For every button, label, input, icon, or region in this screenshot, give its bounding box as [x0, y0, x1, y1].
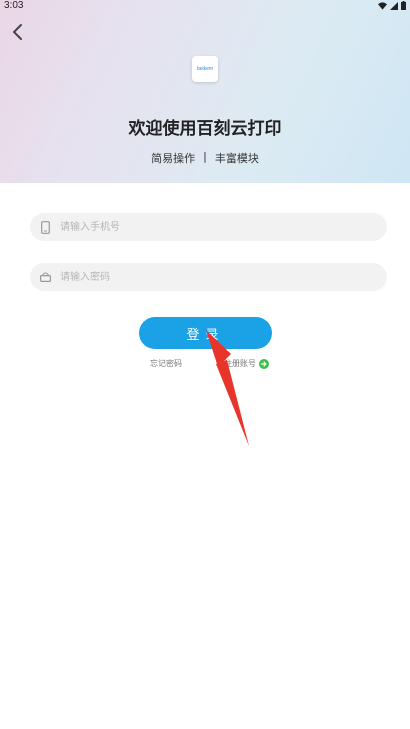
app-logo: beikem: [192, 56, 218, 82]
status-bar: 3:03: [0, 0, 410, 13]
password-input[interactable]: [58, 270, 362, 284]
phone-icon: [38, 220, 52, 234]
page-subtitle: 简易操作 | 丰富模块: [0, 150, 410, 166]
register-label: 注册账号: [224, 359, 256, 368]
subtitle-left: 简易操作: [151, 152, 196, 165]
arrow-right-circle-icon: [259, 358, 269, 369]
forgot-password-link[interactable]: 忘记密码: [150, 358, 182, 369]
password-field[interactable]: [30, 263, 387, 291]
battery-icon: [401, 1, 406, 10]
signal-icon: [390, 1, 398, 10]
wifi-icon: [378, 1, 387, 10]
status-time: 3:03: [4, 0, 24, 11]
subtitle-right: 丰富模块: [214, 152, 259, 165]
page-title: 欢迎使用百刻云打印: [128, 119, 282, 139]
status-icons: [378, 1, 406, 10]
login-button[interactable]: 登录: [139, 317, 272, 349]
phone-input[interactable]: [58, 220, 362, 234]
subtitle-separator: |: [203, 150, 207, 163]
app-logo-text: beikem: [196, 66, 214, 72]
lock-icon: [38, 270, 52, 284]
phone-field[interactable]: [30, 213, 387, 241]
register-link[interactable]: 注册账号: [224, 358, 269, 369]
chevron-left-icon[interactable]: [8, 22, 28, 42]
